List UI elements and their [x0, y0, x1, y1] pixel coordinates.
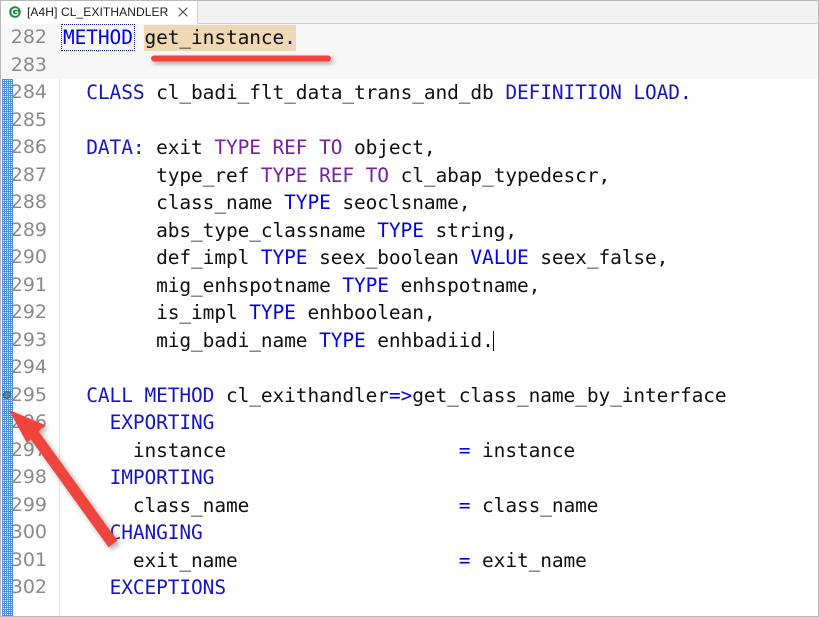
code-line-285[interactable]: 285	[1, 107, 818, 135]
code-text: DATA: exit TYPE REF TO object,	[86, 136, 436, 159]
code-line-284[interactable]: 284 CLASS cl_badi_flt_data_trans_and_db …	[1, 79, 818, 107]
code-line-298[interactable]: 298 IMPORTING	[1, 464, 818, 492]
line-number: 288	[10, 191, 47, 213]
class-green-circle-icon	[9, 6, 21, 18]
line-number: 300	[10, 521, 47, 543]
line-number: 291	[10, 273, 47, 296]
close-icon[interactable]	[177, 6, 189, 18]
code-text: mig_badi_name TYPE enhbadiid.	[63, 328, 494, 352]
code-text: CALL METHOD cl_exithandler=>get_class_na…	[86, 383, 727, 407]
code-line-292[interactable]: 292 is_impl TYPE enhboolean,	[1, 299, 818, 327]
code-line-301[interactable]: 301 exit_name = exit_name	[1, 547, 818, 575]
fold-collapse-icon[interactable]	[48, 31, 104, 62]
code-text: IMPORTING	[109, 466, 215, 489]
code-text: def_impl TYPE seex_boolean VALUE seex_fa…	[63, 246, 669, 269]
code-text: exit_name = exit_name	[63, 548, 587, 572]
code-line-289[interactable]: 289 abs_type_classname TYPE string,	[1, 217, 818, 245]
code-line-295[interactable]: 295 CALL METHOD cl_exithandler=>get_clas…	[1, 382, 818, 410]
editor-tab-cl-exithandler[interactable]: [A4H] CL_EXITHANDLER	[1, 1, 199, 24]
code-line-290[interactable]: 290 def_impl TYPE seex_boolean VALUE see…	[1, 244, 818, 272]
code-text: METHOD get_instance.	[59, 24, 296, 52]
code-text: class_name = class_name	[63, 493, 599, 517]
code-line-288[interactable]: 288 class_name TYPE seoclsname,	[1, 189, 818, 217]
keyword-method: METHOD	[61, 24, 135, 51]
code-line-296[interactable]: 296 EXPORTING	[1, 409, 818, 437]
code-text: CLASS cl_badi_flt_data_trans_and_db DEFI…	[86, 81, 692, 104]
line-number: 287	[10, 163, 47, 186]
code-line-297[interactable]: 297 instance = instance	[1, 437, 818, 465]
line-number: 282	[10, 26, 47, 48]
line-number: 296	[10, 411, 47, 433]
code-text: abs_type_classname TYPE string,	[63, 218, 517, 242]
source-code-editor[interactable]: 282 METHOD get_instance. 283 284 CLASS c…	[1, 24, 818, 616]
text-caret	[492, 330, 494, 351]
editor-tab-bar: [A4H] CL_EXITHANDLER	[1, 1, 818, 24]
code-line-282[interactable]: 282 METHOD get_instance.	[1, 24, 818, 62]
code-line-294[interactable]: 294	[1, 354, 818, 382]
line-number: 293	[10, 328, 47, 351]
code-line-287[interactable]: 287 type_ref TYPE REF TO cl_abap_typedes…	[1, 162, 818, 190]
code-text: class_name TYPE seoclsname,	[63, 191, 471, 214]
code-text: mig_enhspotname TYPE enhspotname,	[63, 273, 541, 297]
code-text: type_ref TYPE REF TO cl_abap_typedescr,	[63, 163, 611, 187]
editor-tab-label: [A4H] CL_EXITHANDLER	[27, 5, 169, 19]
line-number: 294	[10, 356, 47, 378]
line-number: 289	[10, 218, 47, 241]
line-number: 292	[10, 301, 47, 323]
code-line-302[interactable]: 302 EXCEPTIONS	[1, 574, 818, 602]
code-line-299[interactable]: 299 class_name = class_name	[1, 492, 818, 520]
line-number: 284	[10, 81, 47, 103]
code-editor-window: [A4H] CL_EXITHANDLER 282 METHOD get_inst…	[0, 0, 819, 617]
line-number: 298	[10, 466, 47, 488]
code-line-291[interactable]: 291 mig_enhspotname TYPE enhspotname,	[1, 272, 818, 300]
line-number: 299	[10, 493, 47, 516]
line-number: 283	[10, 53, 47, 76]
code-text: is_impl TYPE enhboolean,	[63, 301, 436, 324]
code-text: CHANGING	[109, 521, 203, 544]
line-marker-dot-icon[interactable]	[3, 390, 11, 399]
line-number: 290	[10, 246, 47, 268]
code-text: EXPORTING	[109, 411, 215, 434]
code-line-300[interactable]: 300 CHANGING	[1, 519, 818, 547]
line-number: 286	[10, 136, 47, 158]
occurrence-highlight-get-instance: get_instance.	[144, 25, 296, 51]
code-line-283[interactable]: 283	[1, 51, 818, 79]
line-number: 302	[10, 576, 47, 598]
line-number: 297	[10, 438, 47, 461]
code-lines: 282 METHOD get_instance. 283 284 CLASS c…	[1, 24, 818, 602]
code-line-286[interactable]: 286 DATA: exit TYPE REF TO object,	[1, 134, 818, 162]
code-text: EXCEPTIONS	[109, 576, 227, 599]
code-text: instance = instance	[63, 438, 576, 462]
line-number: 301	[10, 548, 47, 571]
line-number: 285	[10, 108, 47, 131]
code-line-293[interactable]: 293 mig_badi_name TYPE enhbadiid.	[1, 327, 818, 355]
